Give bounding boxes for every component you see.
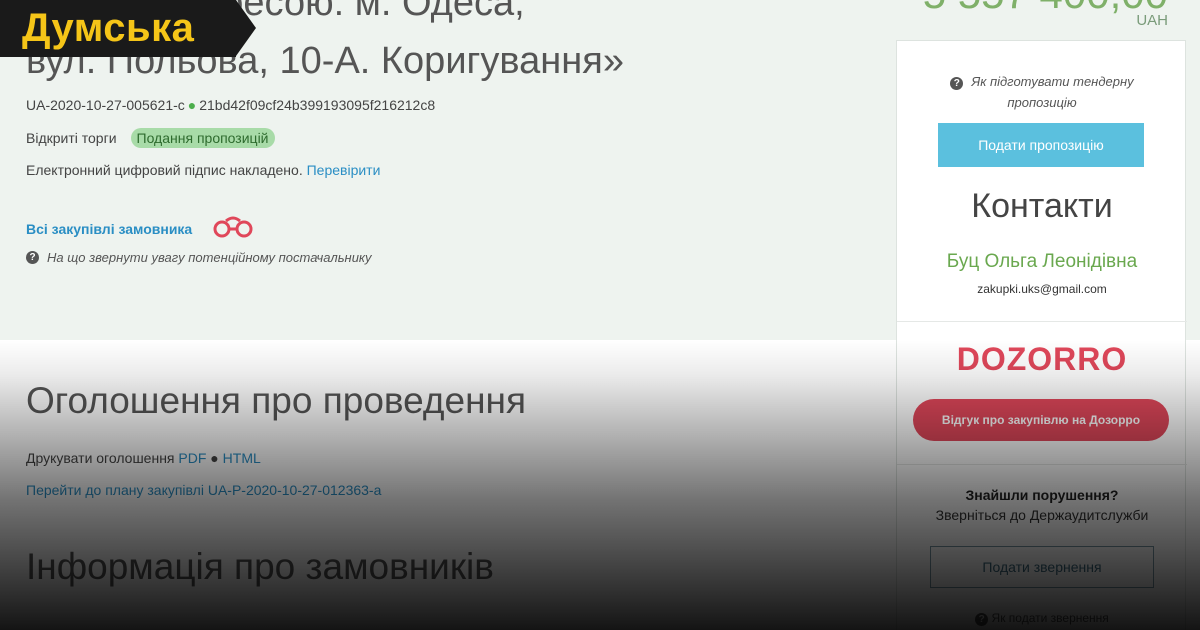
submit-proposal-button[interactable]: Подати пропозицію [938, 123, 1144, 167]
question-icon: ? [26, 251, 39, 264]
violation-text: Зверніться до Держаудитслужби [935, 507, 1149, 523]
status-badge: Подання пропозицій [130, 128, 275, 148]
print-html-link[interactable]: HTML [223, 450, 261, 466]
print-label: Друкувати оголошення [26, 450, 175, 466]
divider [897, 321, 1187, 322]
tender-id: UA-2020-10-27-005621-c [26, 97, 185, 113]
violation-question: Знайшли порушення? [965, 487, 1119, 503]
appeal-hint-text: Як подати звернення [991, 611, 1109, 625]
procurement-plan-link[interactable]: Перейти до плану закупівлі UA-P-2020-10-… [26, 482, 381, 498]
all-purchases-row: Всі закупівлі замовника [26, 215, 256, 242]
supplier-hint[interactable]: ? На що звернути увагу потенційному пост… [26, 250, 372, 265]
question-icon: ? [950, 77, 964, 90]
print-pdf-link[interactable]: PDF [178, 450, 206, 466]
signature-text: Електронний цифровий підпис накладено. [26, 162, 303, 178]
proposal-hint-text: Як підготувати тендерну пропозицію [971, 74, 1134, 110]
binoculars-icon[interactable] [210, 215, 256, 242]
announcement-heading: Оголошення про проведення [26, 380, 526, 421]
supplier-hint-text: На що звернути увагу потенційному постач… [47, 250, 372, 265]
question-icon: ? [975, 613, 989, 626]
contact-name: Буц Ольга Леонідівна [946, 251, 1138, 272]
divider [897, 464, 1187, 465]
proposal-hint[interactable]: ? Як підготувати тендерну пропозицію [897, 71, 1187, 113]
tender-hash: 21bd42f09cf24b399193095f216212c8 [199, 97, 436, 113]
signature-row: Електронний цифровий підпис накладено. П… [26, 162, 380, 178]
verify-signature-link[interactable]: Перевірити [307, 162, 381, 178]
procedure-type: Відкриті торги [26, 130, 117, 146]
appeal-hint[interactable]: ? Як подати звернення [897, 611, 1187, 626]
customers-heading: Інформація про замовників [26, 546, 494, 587]
dot-separator-icon: ● [187, 97, 197, 113]
all-purchases-link[interactable]: Всі закупівлі замовника [26, 221, 192, 237]
procedure-row: Відкриті торги Подання пропозицій [26, 128, 275, 148]
tender-currency: UAH [1136, 12, 1168, 29]
tender-price: 5 557 400,00 [923, 0, 1168, 18]
print-row: Друкувати оголошення PDF ● HTML [26, 450, 261, 466]
dozorro-logo: DOZORRO [956, 341, 1128, 377]
submit-appeal-button[interactable]: Подати звернення [930, 546, 1154, 588]
tender-id-row: UA-2020-10-27-005621-c ● 21bd42f09cf24b399… [26, 97, 435, 113]
dumska-logo: Думська [0, 0, 256, 57]
contact-email: zakupki.uks@gmail.com [977, 282, 1107, 296]
contacts-heading: Контакти [971, 187, 1113, 225]
dumska-logo-text: Думська [22, 6, 195, 50]
sidebar: ? Як підготувати тендерну пропозицію Пода… [896, 40, 1187, 630]
dozorro-feedback-button[interactable]: Відгук про закупівлю на Дозорро [913, 399, 1169, 441]
dot-separator-icon: ● [210, 450, 219, 466]
